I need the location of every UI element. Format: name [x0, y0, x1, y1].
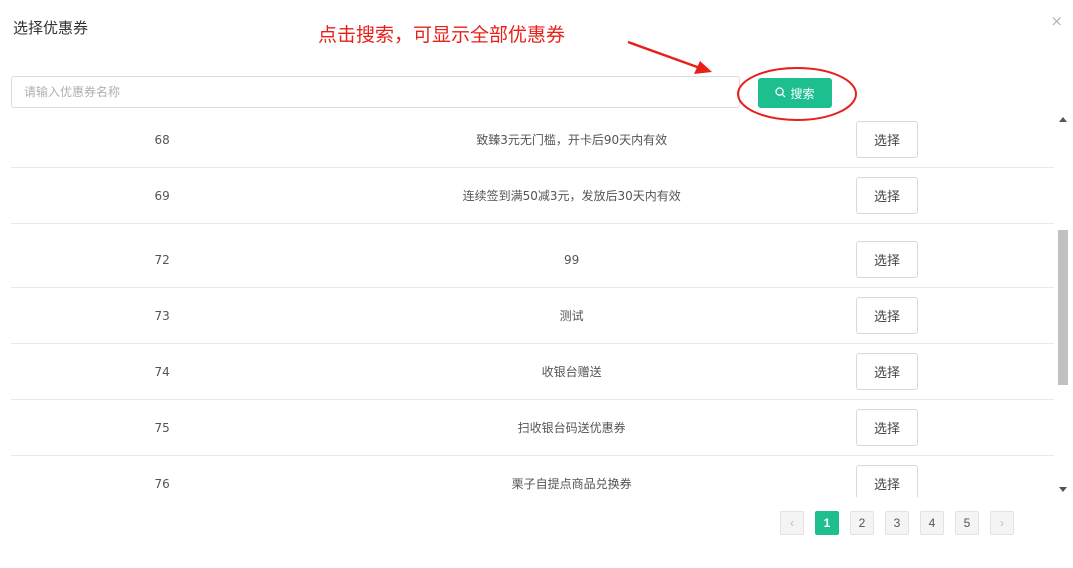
- coupon-id: 76: [154, 476, 170, 491]
- table-row: 76 栗子自提点商品兑换券 选择: [11, 456, 1054, 497]
- coupon-id: 75: [154, 420, 170, 435]
- scrollbar[interactable]: [1056, 112, 1070, 497]
- coupon-id: 72: [154, 252, 170, 267]
- coupon-name: 扫收银台码送优惠券: [517, 421, 626, 435]
- coupon-name: 致臻3元无门槛，开卡后90天内有效: [476, 133, 668, 147]
- annotation-arrow: [627, 40, 712, 74]
- select-button[interactable]: 选择: [856, 121, 919, 158]
- coupon-id: 68: [154, 132, 170, 147]
- annotation-text: 点击搜索，可显示全部优惠券: [318, 24, 566, 46]
- search-button-label: 搜索: [790, 86, 815, 101]
- pagination: ‹ 1 2 3 4 5 ›: [780, 511, 1014, 535]
- prev-page-icon[interactable]: ‹: [780, 511, 804, 535]
- search-button[interactable]: 搜索: [758, 78, 832, 108]
- next-page-icon[interactable]: ›: [990, 511, 1014, 535]
- scroll-thumb[interactable]: [1058, 230, 1068, 385]
- table-row: 74 收银台赠送 选择: [11, 344, 1054, 400]
- table-row: 72 99 选择: [11, 232, 1054, 288]
- coupon-id: 69: [154, 188, 170, 203]
- coupon-table: 68 致臻3元无门槛，开卡后90天内有效 选择 69 连续签到满50减3元，发放…: [11, 112, 1054, 497]
- table-row: 75 扫收银台码送优惠券 选择: [11, 400, 1054, 456]
- search-input[interactable]: [11, 76, 740, 108]
- table-row: 69 连续签到满50减3元，发放后30天内有效 选择: [11, 168, 1054, 224]
- select-button[interactable]: 选择: [856, 465, 919, 497]
- page-button[interactable]: 1: [815, 511, 839, 535]
- select-button[interactable]: 选择: [856, 409, 919, 446]
- search-icon: [775, 86, 786, 100]
- page-button[interactable]: 2: [850, 511, 874, 535]
- coupon-id: 74: [154, 364, 170, 379]
- scroll-up-icon[interactable]: [1059, 117, 1067, 122]
- close-icon[interactable]: ×: [1050, 12, 1063, 30]
- page-button[interactable]: 3: [885, 511, 909, 535]
- coupon-name: 栗子自提点商品兑换券: [511, 477, 632, 491]
- select-button[interactable]: 选择: [856, 297, 919, 334]
- select-button[interactable]: 选择: [856, 177, 919, 214]
- page-button[interactable]: 5: [955, 511, 979, 535]
- coupon-name: 99: [564, 252, 580, 267]
- table-row: 68 致臻3元无门槛，开卡后90天内有效 选择: [11, 112, 1054, 168]
- coupon-name: 连续签到满50减3元，发放后30天内有效: [462, 189, 681, 203]
- select-button[interactable]: 选择: [856, 241, 919, 278]
- dialog-title: 选择优惠券: [13, 19, 89, 37]
- coupon-name: 收银台赠送: [541, 365, 602, 379]
- coupon-id: 73: [154, 308, 170, 323]
- page-button[interactable]: 4: [920, 511, 944, 535]
- scroll-down-icon[interactable]: [1059, 487, 1067, 492]
- table-row: 73 测试 选择: [11, 288, 1054, 344]
- select-button[interactable]: 选择: [856, 353, 919, 390]
- coupon-name: 测试: [559, 309, 584, 323]
